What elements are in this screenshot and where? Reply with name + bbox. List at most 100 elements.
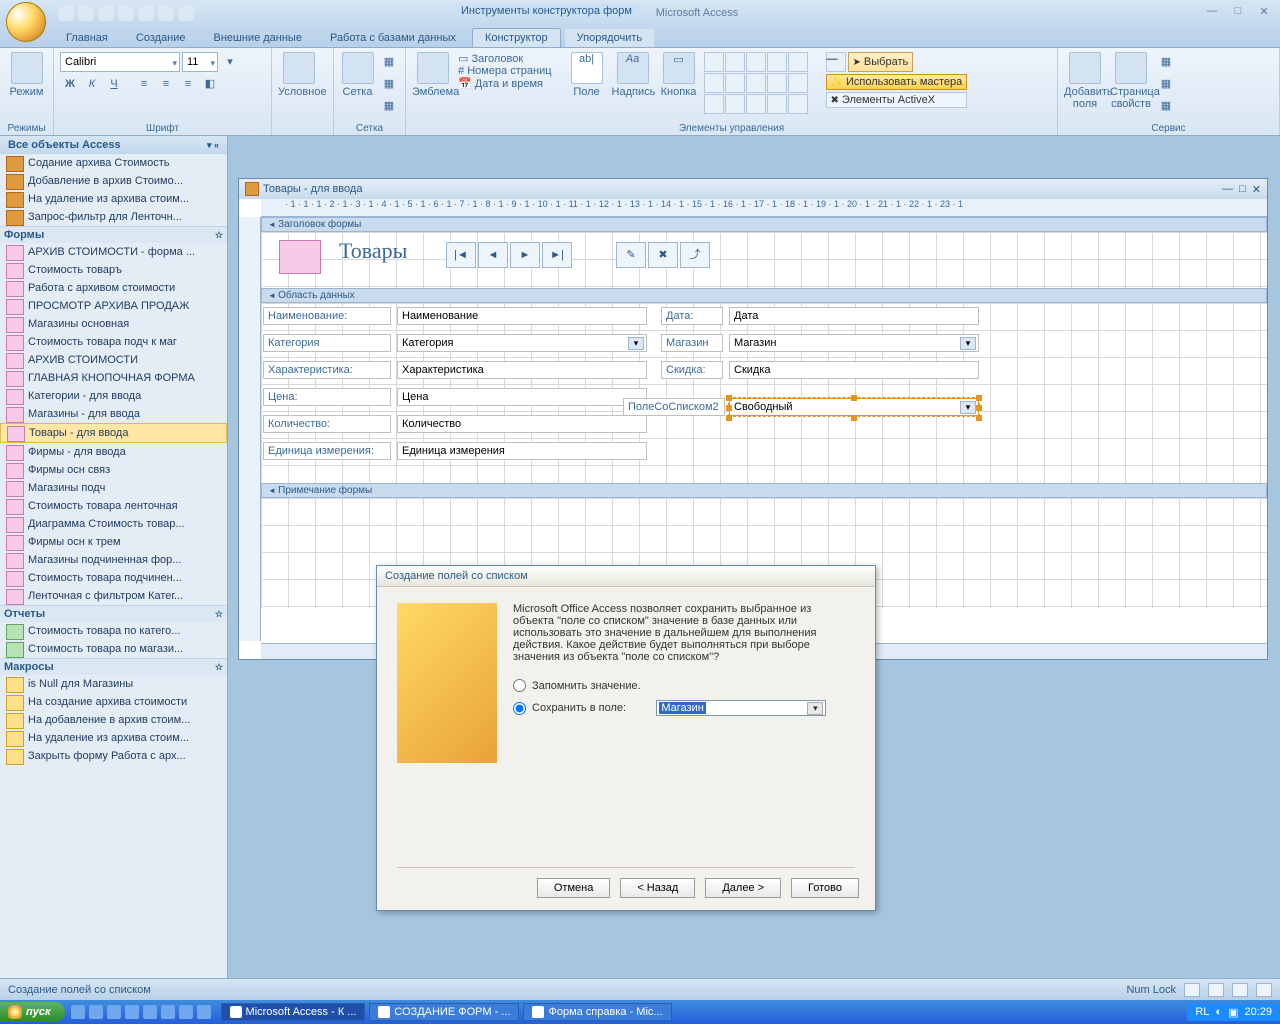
service-icon[interactable]: ▦ (1156, 74, 1176, 94)
service-icon[interactable]: ▦ (1156, 96, 1176, 116)
field-label[interactable]: Единица измерения: (263, 442, 391, 460)
form-detail-area[interactable]: Наименование:НаименованиеКатегорияКатего… (261, 303, 1267, 483)
grid-button[interactable]: Сетка (340, 52, 375, 98)
wizard-field-combo[interactable]: Магазин (656, 700, 826, 716)
nav-form-item[interactable]: Стоимость товара ленточная (0, 497, 227, 515)
qat-icon[interactable] (118, 5, 134, 21)
nav-group-reports[interactable]: Отчеты☆ (0, 605, 227, 622)
nav-group-forms[interactable]: Формы☆ (0, 226, 227, 243)
view-switch-icon[interactable] (1184, 983, 1200, 997)
minimize-button[interactable]: — (1200, 5, 1224, 21)
form-close-icon[interactable]: ✕ (1252, 183, 1261, 196)
use-wizards-button[interactable]: ✨ Использовать мастера (826, 74, 968, 90)
qat-icon[interactable] (138, 5, 154, 21)
section-detail[interactable]: Область данных (261, 288, 1267, 303)
control-icon[interactable] (725, 52, 745, 72)
nav-query-item[interactable]: Запрос-фильтр для Ленточн... (0, 208, 227, 226)
nav-report-item[interactable]: Стоимость товара по катего... (0, 622, 227, 640)
selection-handle[interactable] (851, 395, 857, 401)
tab-home[interactable]: Главная (54, 29, 120, 47)
view-switch-icon[interactable] (1232, 983, 1248, 997)
nav-form-item[interactable]: АРХИВ СТОИМОСТИ - форма ... (0, 243, 227, 261)
field-label[interactable]: Дата: (661, 307, 723, 325)
wizard-back-button[interactable]: < Назад (620, 878, 695, 898)
maximize-button[interactable]: □ (1226, 5, 1250, 21)
nav-macro-item[interactable]: На добавление в архив стоим... (0, 711, 227, 729)
control-icon[interactable] (725, 94, 745, 114)
qat-save-icon[interactable] (58, 5, 74, 21)
service-icon[interactable]: ▦ (1156, 52, 1176, 72)
wizard-next-button[interactable]: Далее > (705, 878, 781, 898)
wizard-option-remember[interactable]: Запомнить значение. (513, 679, 855, 692)
tab-external[interactable]: Внешние данные (202, 29, 314, 47)
nav-query-item[interactable]: Содание архива Стоимость (0, 154, 227, 172)
selection-handle[interactable] (851, 415, 857, 421)
selection-handle[interactable] (726, 395, 732, 401)
field-label[interactable]: Характеристика: (263, 361, 391, 379)
button-tool[interactable]: ▭Кнопка (658, 52, 700, 98)
nav-macro-item[interactable]: Закрыть форму Работа с арх... (0, 747, 227, 765)
qat-icon[interactable] (158, 5, 174, 21)
nav-query-item[interactable]: Добавление в архив Стоимо... (0, 172, 227, 190)
qat-dropdown-icon[interactable] (178, 5, 194, 21)
tab-dbtools[interactable]: Работа с базами данных (318, 29, 468, 47)
control-icon[interactable] (704, 94, 724, 114)
property-sheet-button[interactable]: Страница свойств (1110, 52, 1152, 110)
field-label[interactable]: Наименование: (263, 307, 391, 325)
ql-icon[interactable] (89, 1005, 103, 1019)
field-control[interactable]: Магазин (729, 334, 979, 352)
nav-group-macros[interactable]: Макросы☆ (0, 658, 227, 675)
ql-icon[interactable] (179, 1005, 193, 1019)
field-label[interactable]: Скидка: (661, 361, 723, 379)
select-button[interactable]: ➤ Выбрать (848, 52, 914, 72)
clock[interactable]: 20:29 (1244, 1006, 1272, 1018)
field-control[interactable]: Количество (397, 415, 647, 433)
activex-button[interactable]: ✖ Элементы ActiveX (826, 92, 968, 108)
nav-form-item[interactable]: Магазины подч (0, 479, 227, 497)
nav-form-item[interactable]: Стоимость товара подч к маг (0, 333, 227, 351)
nav-edit-icon[interactable]: ✎ (616, 242, 646, 268)
grid-opt-icon[interactable]: ▦ (379, 52, 399, 72)
nav-last-icon[interactable]: ►| (542, 242, 572, 268)
control-icon[interactable] (767, 52, 787, 72)
nav-form-item[interactable]: Работа с архивом стоимости (0, 279, 227, 297)
field-control[interactable]: Цена (397, 388, 647, 406)
grid-opt-icon[interactable]: ▦ (379, 74, 399, 94)
new-combo-label[interactable]: ПолеСоСписком2 (623, 398, 725, 416)
fill-color-icon[interactable]: ◧ (200, 74, 220, 94)
nav-form-item[interactable]: Диаграмма Стоимость товар... (0, 515, 227, 533)
selection-handle[interactable] (976, 415, 982, 421)
font-combo[interactable]: Calibri (60, 52, 180, 72)
ql-icon[interactable] (71, 1005, 85, 1019)
align-right-icon[interactable]: ≡ (178, 74, 198, 94)
tab-arrange[interactable]: Упорядочить (565, 29, 654, 47)
tab-designer[interactable]: Конструктор (472, 28, 561, 47)
form-min-icon[interactable]: — (1222, 183, 1233, 196)
control-icon[interactable] (767, 73, 787, 93)
label-tool[interactable]: AaНадпись (612, 52, 654, 98)
field-control[interactable]: Скидка (729, 361, 979, 379)
nav-prev-icon[interactable]: ◄ (478, 242, 508, 268)
nav-form-item[interactable]: Ленточная с фильтром Катег... (0, 587, 227, 605)
ql-icon[interactable] (107, 1005, 121, 1019)
ql-icon[interactable] (125, 1005, 139, 1019)
selection-handle[interactable] (976, 395, 982, 401)
align-left-icon[interactable]: ≡ (134, 74, 154, 94)
nav-form-item[interactable]: Магазины - для ввода (0, 405, 227, 423)
tab-create[interactable]: Создание (124, 29, 198, 47)
close-button[interactable]: ✕ (1252, 5, 1276, 21)
field-control[interactable]: Дата (729, 307, 979, 325)
field-control[interactable]: Наименование (397, 307, 647, 325)
control-icon[interactable] (704, 73, 724, 93)
section-form-footer[interactable]: Примечание формы (261, 483, 1267, 498)
selection-handle[interactable] (726, 405, 732, 411)
selection-handle[interactable] (726, 415, 732, 421)
nav-form-item[interactable]: Стоимость товара подчинен... (0, 569, 227, 587)
underline-button[interactable]: Ч (104, 74, 124, 94)
textbox-tool[interactable]: ab|Поле (566, 52, 608, 98)
line-tool-icon[interactable]: — (826, 52, 846, 72)
nav-form-item[interactable]: Магазины подчиненная фор... (0, 551, 227, 569)
tray-icon[interactable]: ◐ (1215, 1006, 1222, 1018)
grid-opt-icon[interactable]: ▦ (379, 96, 399, 116)
field-control[interactable]: Единица измерения (397, 442, 647, 460)
